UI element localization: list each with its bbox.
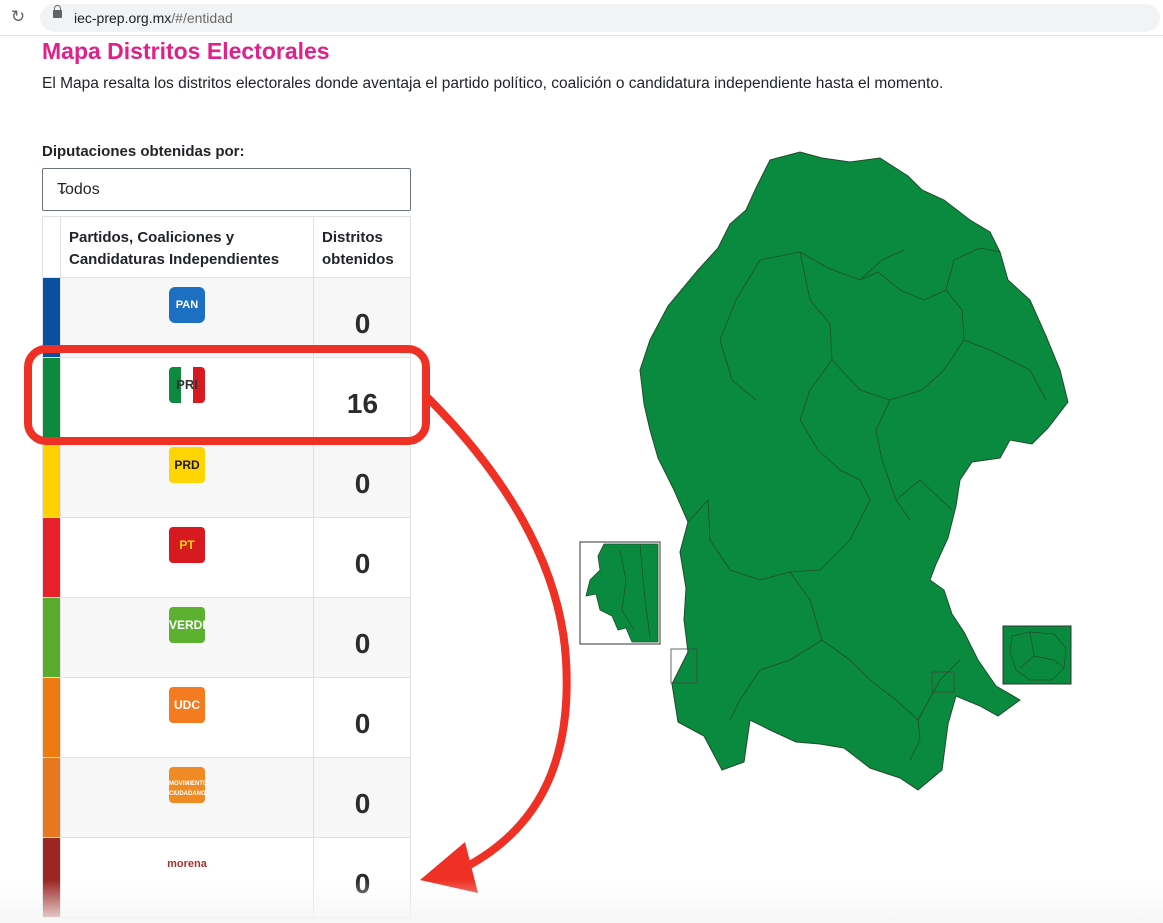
districts-value: 0 (313, 598, 411, 677)
party-color-stripe (43, 438, 60, 517)
districts-value: 0 (313, 758, 411, 837)
map-inset-right[interactable] (1002, 625, 1072, 685)
state-map-shape[interactable] (639, 151, 1069, 791)
table-body: PAN0PRI16PRD0PT0VERDE0UDC0MOVIMIENTO CIU… (42, 278, 411, 918)
districts-value: 0 (313, 518, 411, 597)
table-row: PRI 16 (42, 358, 411, 438)
districts-table: Partidos, Coaliciones y Candidaturas Ind… (42, 216, 411, 918)
party-logo-icon: VERDE (169, 607, 205, 643)
party-logo-cell: MOVIMIENTO CIUDADANO (60, 758, 313, 837)
column-header-districts: Distritos obtenidos (313, 217, 410, 277)
party-logo-cell: UDC (60, 678, 313, 757)
table-row: UDC 0 (42, 678, 411, 758)
party-logo-icon: PAN (169, 287, 205, 323)
url-text[interactable]: iec-prep.org.mx/#/entidad (74, 10, 233, 26)
party-logo-cell: VERDE (60, 598, 313, 677)
coahuila-map-svg (579, 151, 1072, 791)
districts-value: 0 (313, 438, 411, 517)
bottom-fade (0, 880, 1163, 923)
party-color-stripe (43, 758, 60, 837)
column-header-party: Partidos, Coaliciones y Candidaturas Ind… (60, 217, 313, 277)
party-color-stripe (43, 678, 60, 757)
chevron-down-icon: ⌄ (57, 182, 68, 197)
party-logo-icon: PT (169, 527, 205, 563)
column-header-party-line2: Candidaturas Independientes (69, 251, 280, 268)
filter-label: Diputaciones obtenidas por: (42, 143, 245, 160)
party-color-stripe (43, 598, 60, 677)
districts-value: 16 (313, 358, 411, 437)
column-header-districts-line2: obtenidos (322, 251, 394, 268)
party-logo-icon: PRI (169, 367, 205, 403)
table-row: VERDE 0 (42, 598, 411, 678)
party-color-stripe (43, 518, 60, 597)
table-row: MOVIMIENTO CIUDADANO 0 (42, 758, 411, 838)
table-row: PAN 0 (42, 278, 411, 358)
party-color-stripe (43, 278, 60, 357)
lock-icon (53, 5, 62, 18)
map-region-outline[interactable] (639, 151, 1069, 791)
party-logo-icon: morena (167, 858, 207, 870)
party-logo-cell: PAN (60, 278, 313, 357)
party-logo-cell: PT (60, 518, 313, 597)
table-row: PRD 0 (42, 438, 411, 518)
column-header-party-line1: Partidos, Coaliciones y (69, 229, 235, 246)
url-domain: iec-prep.org.mx (74, 10, 172, 26)
party-logo-icon: UDC (169, 687, 205, 723)
browser-address-bar: ↻ iec-prep.org.mx/#/entidad (0, 0, 1163, 36)
page-title: Mapa Distritos Electorales (42, 38, 330, 64)
districts-value: 0 (313, 678, 411, 757)
party-logo-icon: PRD (169, 447, 205, 483)
party-logo-cell: PRD (60, 438, 313, 517)
party-logo-icon: MOVIMIENTO CIUDADANO (169, 767, 205, 803)
party-color-stripe (43, 358, 60, 437)
party-logo-cell: PRI (60, 358, 313, 437)
url-path: /#/entidad (171, 10, 233, 26)
annotation-arrow-line (424, 394, 571, 874)
filter-select[interactable]: Todos ⌄ (42, 168, 411, 211)
url-field[interactable]: iec-prep.org.mx/#/entidad (40, 4, 1160, 32)
district-map (560, 140, 1120, 800)
page-description: El Mapa resalta los distritos electorale… (42, 75, 944, 92)
map-inset-left[interactable] (579, 541, 661, 645)
districts-value: 0 (313, 278, 411, 357)
table-header: Partidos, Coaliciones y Candidaturas Ind… (42, 216, 411, 278)
column-header-districts-line1: Distritos (322, 229, 383, 246)
reload-icon[interactable]: ↻ (8, 7, 28, 27)
table-row: PT 0 (42, 518, 411, 598)
